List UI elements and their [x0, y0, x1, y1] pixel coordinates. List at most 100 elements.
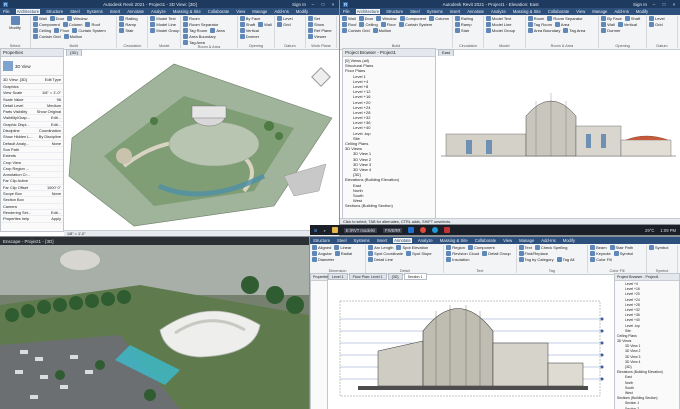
room-button[interactable]: Room — [183, 16, 200, 21]
component-button[interactable]: Component — [467, 245, 495, 250]
tab-view[interactable]: View — [502, 238, 513, 243]
sign-in-link[interactable]: Sign In — [633, 2, 647, 7]
mullion-button[interactable]: Mullion — [63, 34, 82, 39]
symbol-button[interactable]: Symbol — [649, 245, 668, 250]
door-button[interactable]: Door — [49, 16, 64, 21]
tab-architecture[interactable]: Architecture — [355, 9, 381, 14]
view-tab-section-1[interactable]: Section 1 — [403, 273, 427, 280]
column-button[interactable]: Column — [429, 16, 449, 21]
spot-slope-button[interactable]: Spot Slope — [406, 251, 432, 256]
insulation-button[interactable]: Insulation — [446, 257, 469, 262]
window-button[interactable]: Window — [376, 16, 397, 21]
curtain-system-button[interactable]: Curtain System — [72, 28, 106, 33]
tab-manage[interactable]: Manage — [518, 238, 535, 243]
color-fill-button[interactable]: Color Fill — [590, 257, 612, 262]
view-scale[interactable]: 1/8" = 1'-0" — [67, 232, 86, 236]
revision-cloud-button[interactable]: Revision Cloud — [446, 251, 479, 256]
elevation-viewport[interactable] — [436, 56, 680, 216]
tab-massing-site[interactable]: Massing & Site — [172, 9, 202, 14]
roof-button[interactable]: Roof — [342, 22, 356, 27]
find-replace-button[interactable]: Find/Replace — [518, 251, 548, 256]
shaft-button[interactable]: Shaft — [624, 16, 640, 21]
area-boundary-button[interactable]: Area Boundary — [527, 28, 560, 33]
railing-button[interactable]: Railing — [119, 16, 138, 21]
column-button[interactable]: Column — [62, 22, 82, 27]
roof-button[interactable]: Roof — [85, 22, 100, 27]
keynote-button[interactable]: Keynote — [590, 251, 611, 256]
tab-analyze[interactable]: Analyze — [150, 9, 167, 14]
sign-in-link[interactable]: Sign In — [292, 2, 306, 7]
minimize-icon[interactable]: – — [310, 2, 316, 7]
tab-massing-site[interactable]: Massing & Site — [439, 238, 469, 243]
component-button[interactable]: Component — [33, 22, 60, 27]
tab-view[interactable]: View — [575, 9, 586, 14]
maximize-icon[interactable]: □ — [320, 2, 326, 7]
revit-icon[interactable] — [408, 227, 415, 233]
area-boundary-button[interactable]: Area Boundary — [183, 34, 216, 39]
set-button[interactable]: Set — [308, 16, 320, 21]
grid-button[interactable]: Grid — [277, 22, 291, 27]
tab-modify[interactable]: Modify — [295, 9, 309, 14]
model-text-button[interactable]: Model Text — [150, 16, 176, 21]
tab-steel[interactable]: Steel — [409, 9, 421, 14]
check-spelling-button[interactable]: Check Spelling — [534, 245, 568, 250]
tag-area-button[interactable]: Tag Area — [563, 28, 585, 33]
3d-viewport[interactable] — [64, 56, 339, 230]
model-text-button[interactable]: Model Text — [485, 16, 511, 21]
close-icon[interactable]: × — [330, 2, 336, 7]
tab-annotate[interactable]: Annotate — [466, 9, 485, 14]
mullion-button[interactable]: Mullion — [372, 28, 391, 33]
tag-all-button[interactable]: Tag All — [556, 257, 574, 262]
wall-button[interactable]: Wall — [258, 22, 272, 27]
tab-file[interactable]: File — [342, 9, 351, 14]
model-group-button[interactable]: Model Group — [485, 28, 515, 33]
room-separator-button[interactable]: Room Separator — [547, 16, 583, 21]
stair-path-button[interactable]: Stair Path — [609, 245, 633, 250]
symbol-button[interactable]: Symbol — [613, 251, 633, 256]
modify-button[interactable]: Modify — [2, 16, 28, 30]
ceiling-button[interactable]: Ceiling — [33, 28, 51, 33]
apply-button[interactable]: Apply — [51, 216, 61, 221]
vertical-button[interactable]: Vertical — [617, 22, 637, 27]
model-line-button[interactable]: Model Line — [485, 22, 512, 27]
detail-group-button[interactable]: Detail Group — [482, 251, 511, 256]
tab-modify[interactable]: Modify — [635, 9, 649, 14]
tab-steel[interactable]: Steel — [336, 238, 348, 243]
properties-help-link[interactable]: Properties help — [3, 216, 29, 221]
tab-annotate[interactable]: Annotate — [393, 238, 412, 243]
radial-button[interactable]: Radial — [334, 251, 352, 256]
tab-architecture[interactable]: Architecture — [15, 9, 41, 14]
close-icon[interactable]: × — [671, 2, 677, 7]
tab-steel[interactable]: Steel — [69, 9, 81, 14]
ramp-button[interactable]: Ramp — [119, 22, 136, 27]
model-group-button[interactable]: Model Group — [150, 28, 180, 33]
area-button[interactable]: Area — [554, 22, 569, 27]
tab-collaborate[interactable]: Collaborate — [474, 238, 497, 243]
tab-modify[interactable]: Modify — [562, 238, 576, 243]
tab-insert[interactable]: Insert — [449, 9, 461, 14]
tab-analyze[interactable]: Analyze — [490, 9, 507, 14]
tab-massing-site[interactable]: Massing & Site — [512, 9, 542, 14]
tab-manage[interactable]: Manage — [251, 9, 268, 14]
wall-button[interactable]: Wall — [601, 22, 615, 27]
taskbar-item-fiverr[interactable]: FIVERR — [383, 227, 403, 233]
tab-collaborate[interactable]: Collaborate — [547, 9, 570, 14]
tab-insert[interactable]: Insert — [109, 9, 121, 14]
tab-add-ins[interactable]: Add-Ins — [540, 238, 556, 243]
grid-button[interactable]: Grid — [649, 22, 663, 27]
floor-button[interactable]: Floor — [380, 22, 396, 27]
shaft-button[interactable]: Shaft — [239, 22, 255, 27]
revit-logo-icon[interactable]: R — [3, 1, 9, 7]
tab-file[interactable]: File — [2, 9, 11, 14]
tab-add-ins[interactable]: Add-Ins — [613, 9, 629, 14]
stair-button[interactable]: Stair — [454, 28, 469, 33]
section-viewport[interactable] — [328, 281, 612, 409]
diameter-button[interactable]: Diameter — [312, 257, 334, 262]
maximize-icon[interactable]: □ — [661, 2, 667, 7]
tab-structure[interactable]: Structure — [45, 9, 64, 14]
floor-button[interactable]: Floor — [54, 28, 69, 33]
mail-icon[interactable] — [444, 227, 451, 233]
beam-button[interactable]: Beam — [590, 245, 607, 250]
dormer-button[interactable]: Dormer — [601, 28, 621, 33]
view-tab-floor-plan-level-1[interactable]: Floor Plan: Level 1 — [348, 273, 387, 280]
